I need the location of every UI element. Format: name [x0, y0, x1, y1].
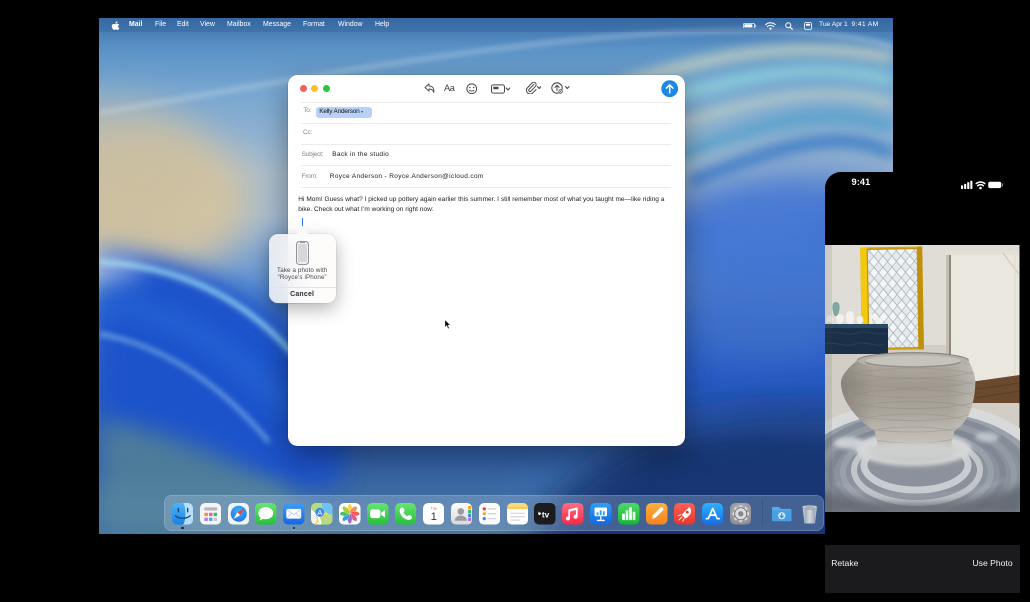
svg-text:Tue: Tue	[431, 506, 437, 510]
svg-text:1: 1	[430, 511, 436, 523]
svg-text:tv: tv	[542, 510, 550, 519]
